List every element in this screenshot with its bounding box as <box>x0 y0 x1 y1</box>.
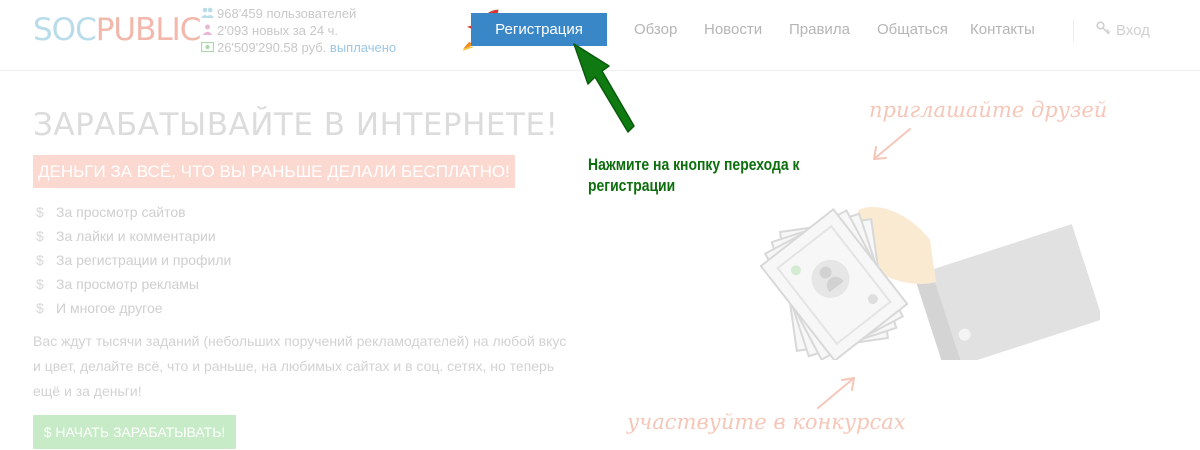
money-icon <box>200 39 214 56</box>
invite-pointer-arrow-icon <box>873 128 911 160</box>
users-icon <box>200 5 214 22</box>
feature-text: За просмотр рекламы <box>56 276 199 292</box>
stat-payouts-label[interactable]: выплачено <box>330 40 396 55</box>
feature-item: $ И многое другое <box>36 296 231 320</box>
nav-item-chat[interactable]: Общаться <box>877 21 948 38</box>
start-earning-button[interactable]: $ НАЧАТЬ ЗАРАБАТЫВАТЬ! <box>33 415 236 449</box>
stat-payouts: 26'509'290.58 руб. выплачено <box>200 39 396 56</box>
invite-friends-text: приглашайте друзей <box>869 98 1108 122</box>
money-hand-illustration <box>760 206 1100 360</box>
logo-part-public: PUBLIC <box>95 12 202 48</box>
dollar-icon: $ <box>36 300 44 316</box>
contest-pointer-arrow-icon <box>817 377 855 409</box>
annotation-arrow-icon <box>573 43 635 133</box>
feature-text: За регистрации и профили <box>56 252 232 268</box>
stat-users: 968'459 пользователей <box>200 5 396 22</box>
feature-text: И многое другое <box>56 300 163 316</box>
hero-title: ЗАРАБАТЫВАЙТЕ В ИНТЕРНЕТЕ! <box>33 107 559 143</box>
dollar-icon: $ <box>36 228 44 244</box>
nav-item-overview[interactable]: Обзор <box>634 21 677 38</box>
dollar-icon: $ <box>36 252 44 268</box>
login-label: Вход <box>1116 22 1150 39</box>
feature-item: $ За просмотр сайтов <box>36 200 231 224</box>
feature-item: $ За просмотр рекламы <box>36 272 231 296</box>
feature-list: $ За просмотр сайтов $ За лайки и коммента… <box>36 200 231 320</box>
stat-users-text: 968'459 пользователей <box>217 6 357 21</box>
stat-payouts-amount: 26'509'290.58 руб. <box>217 40 327 55</box>
feature-item: $ За регистрации и профили <box>36 248 231 272</box>
hero-tagline: ДЕНЬГИ ЗА ВСЁ, ЧТО ВЫ РАНЬШЕ ДЕЛАЛИ БЕСП… <box>33 155 515 188</box>
feature-text: За лайки и комментарии <box>56 228 216 244</box>
nav-item-rules[interactable]: Правила <box>789 21 850 38</box>
contest-text: участвуйте в конкурсах <box>627 410 906 434</box>
feature-text: За просмотр сайтов <box>56 204 186 220</box>
user-icon <box>200 22 214 39</box>
login-link[interactable]: Вход <box>1096 21 1150 39</box>
stat-new-users-text: 2'093 новых за 24 ч. <box>217 23 339 38</box>
hero-description: Вас ждут тысячи заданий (небольших поруч… <box>33 333 567 399</box>
site-stats: 968'459 пользователей 2'093 новых за 24 … <box>200 5 396 56</box>
dollar-icon: $ <box>36 276 44 292</box>
dollar-icon: $ <box>36 204 44 220</box>
nav-divider <box>1073 20 1074 42</box>
feature-item: $ За лайки и комментарии <box>36 224 231 248</box>
stat-new-users: 2'093 новых за 24 ч. <box>200 22 396 39</box>
nav-item-contacts[interactable]: Контакты <box>970 21 1035 38</box>
nav-item-news[interactable]: Новости <box>704 21 762 38</box>
site-logo[interactable]: SOCPUBLIC <box>33 10 202 50</box>
logo-part-soc: SOC <box>33 12 97 48</box>
key-icon <box>1096 21 1112 39</box>
